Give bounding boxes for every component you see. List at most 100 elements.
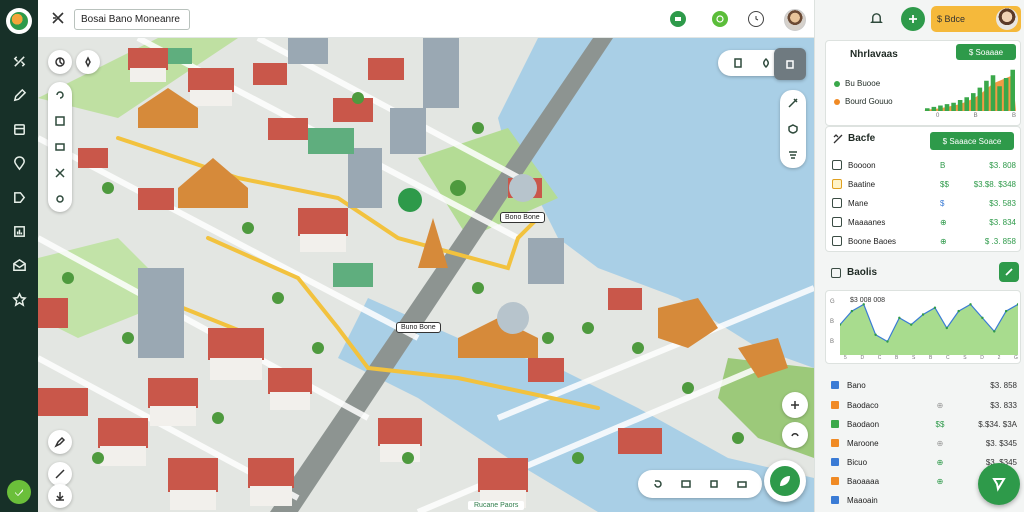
tools-small-icon [832,133,844,145]
grid-icon[interactable] [50,111,70,131]
x-tick: D [860,355,865,361]
list-swatch [831,496,839,504]
list-marker: ⊕ [936,457,944,467]
book-icon[interactable] [675,473,697,495]
route-icon[interactable] [50,163,70,183]
x-tick: B [929,355,933,361]
details-row[interactable]: Maaaanes ⊕ $3. 834 [832,214,1016,230]
overview-card: Nhrlavaas $ Soaaae Bu Buooe Bourd Gouuo … [825,40,1021,126]
right-panel: $ Bdce Nhrlavaas $ Soaaae Bu Buooe Bourd… [814,0,1024,512]
zoom-out-button[interactable] [782,422,808,448]
section-action-button[interactable] [999,262,1019,282]
send-icon [992,478,1006,492]
tools-icon[interactable] [8,50,30,72]
app-logo[interactable] [6,8,32,34]
trend-point [957,309,960,313]
layers-toggle-icon[interactable] [50,137,70,157]
account-label: $ Bdce [937,14,966,24]
rotate-icon[interactable] [50,85,70,105]
pencil-icon[interactable] [8,84,30,106]
notification-icon[interactable] [869,11,885,27]
y-tick: B [830,339,835,345]
details-row[interactable]: Boooon B $3. 808 [832,157,1016,173]
tick-0: 0 [936,113,940,119]
mail-icon[interactable] [8,254,30,276]
map-canvas [38,38,814,512]
orange-area [924,75,1016,111]
close-icon[interactable] [50,10,68,28]
3d-buildings-button[interactable] [774,48,806,80]
trend-point [850,309,854,313]
print-icon[interactable] [731,473,753,495]
account-avatar [996,8,1018,30]
account-chip[interactable]: $ Bdce [931,6,1021,32]
chart-bar [964,97,969,111]
zoom-in-button[interactable] [782,392,808,418]
overview-action-button[interactable]: $ Soaaae [956,44,1016,60]
y-tick: G [830,299,835,305]
x-tick: 5 [844,355,847,361]
row-value: $3. 834 [989,217,1016,227]
row-icon [832,198,842,208]
document-icon[interactable] [727,52,749,74]
navigate-fab[interactable] [764,460,806,502]
isometric-city-map[interactable]: Bono Bone Buno Bone Rucane Paors [38,38,814,512]
download-button[interactable] [48,484,72,508]
row-label: Mane [848,198,869,208]
location-pin-icon[interactable] [8,152,30,174]
row-value: $3. 583 [989,198,1016,208]
filter-icon[interactable] [783,145,803,165]
user-avatar[interactable] [784,9,806,31]
chart-bar [971,93,976,111]
trend-point [921,313,925,316]
send-fab[interactable] [978,463,1020,505]
list-value: $3. 833 [990,400,1017,410]
satellite-icon[interactable] [783,93,803,113]
analytics-icon[interactable] [8,220,30,242]
legend-label-2: Bourd Gouuo [845,97,893,106]
undo-icon[interactable] [647,473,669,495]
details-row[interactable]: Boone Baoes ⊕ $ .3. 858 [832,233,1016,249]
details-action-button[interactable]: $ Saaace Soace [930,132,1014,150]
search-input[interactable] [74,9,190,30]
list-item[interactable]: Baodaco ⊕ $3. 833 [831,397,1017,413]
map-mode-button[interactable] [670,11,686,27]
bottom-toolbar [638,470,762,498]
left-sidebar [0,0,38,512]
list-swatch [831,401,839,409]
globe-button[interactable] [712,11,728,27]
row-label: Baatine [848,179,876,189]
square-icon[interactable] [703,473,725,495]
pen-tool-button[interactable] [48,430,72,454]
star-icon[interactable] [8,288,30,310]
tag-icon[interactable] [8,186,30,208]
details-row[interactable]: Mane $ $3. 583 [832,195,1016,211]
person-button[interactable] [76,50,100,74]
trend-point [993,330,996,333]
compass-button[interactable] [48,50,72,74]
share-button[interactable] [901,7,925,31]
chart-bar [931,106,937,111]
y-tick: B [830,319,835,325]
row-value: $ .3. 858 [984,236,1016,246]
list-item[interactable]: Baodaon $$ $.$34. $3A [831,416,1017,432]
list-item[interactable]: Maroone ⊕ $3. $345 [831,435,1017,451]
list-swatch [831,458,839,466]
details-row[interactable]: Baatine $$ $3.$8. $348 [832,176,1016,192]
timer-icon[interactable] [748,11,764,27]
row-label: Maaaanes [848,217,886,227]
panel-header: $ Bdce [815,0,1024,38]
section-icon [831,268,841,278]
list-item[interactable]: Bano $3. 858 [831,377,1017,393]
map-footer-tag: Rucane Paors [468,501,525,510]
shield-icon[interactable] [783,119,803,139]
x-tick: S [912,355,916,361]
overview-title: Nhrlavaas [850,49,898,60]
navigate-fab-inner [770,466,800,496]
chart-bar [1003,78,1009,111]
layers-icon[interactable] [8,118,30,140]
status-icon[interactable] [7,480,31,504]
pin-icon[interactable] [50,189,70,209]
row-marker: $ [940,198,945,208]
measure-button[interactable] [48,462,72,486]
